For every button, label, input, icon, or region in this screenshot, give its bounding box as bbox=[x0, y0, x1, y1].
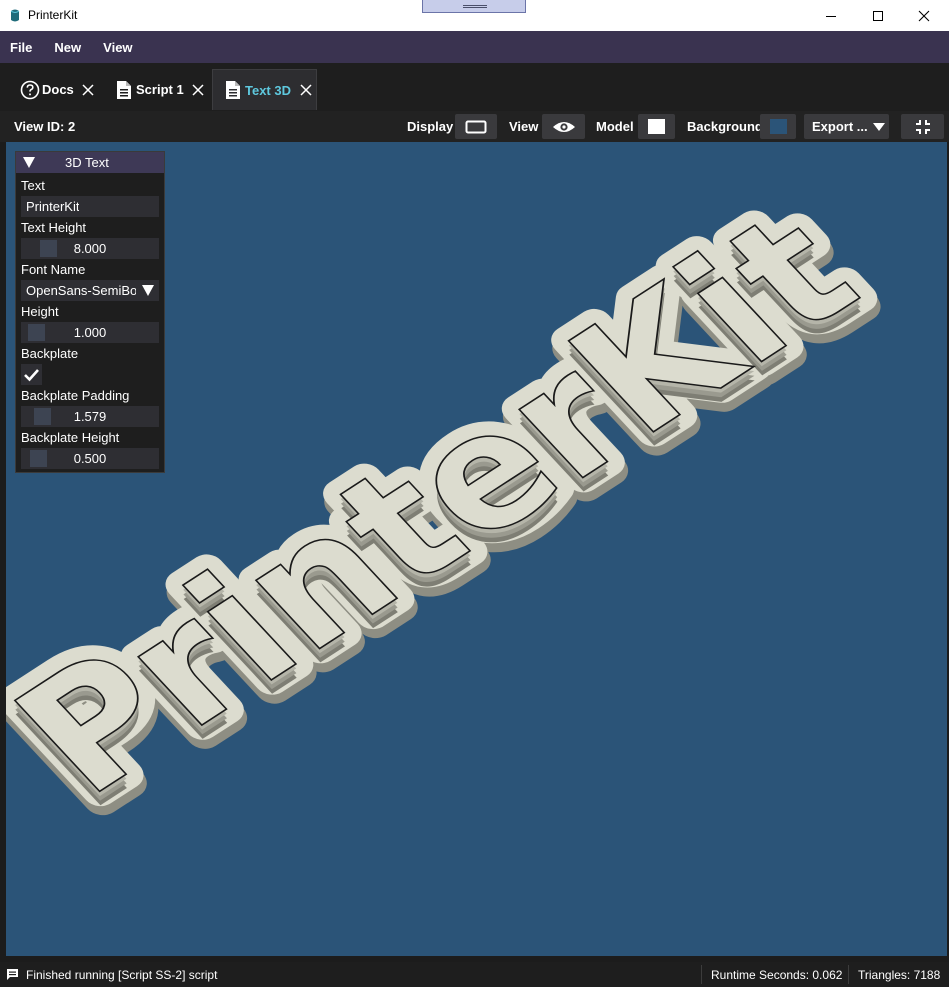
tab-text-3d-label: Text 3D bbox=[245, 82, 291, 98]
collapse-triangle-icon[interactable] bbox=[23, 157, 35, 168]
menu-new[interactable]: New bbox=[44, 40, 91, 55]
close-window-button[interactable] bbox=[901, 0, 947, 31]
export-label: Export ... bbox=[812, 119, 868, 134]
background-color-button[interactable] bbox=[760, 114, 796, 139]
tab-script-1[interactable]: Script 1 bbox=[116, 69, 204, 110]
minimize-button[interactable] bbox=[808, 0, 854, 31]
background-color-swatch bbox=[769, 119, 787, 134]
help-circle-icon bbox=[20, 80, 40, 99]
status-message: Finished running [Script SS-2] script bbox=[26, 968, 218, 982]
panel-header[interactable]: 3D Text bbox=[16, 152, 164, 173]
triangle-count: Triangles: 7188 bbox=[858, 968, 941, 982]
checkmark-icon bbox=[24, 369, 39, 382]
backplate-label: Backplate bbox=[21, 346, 79, 361]
maximize-icon bbox=[873, 10, 883, 21]
maximize-button[interactable] bbox=[855, 0, 901, 31]
display-label: Display bbox=[407, 119, 454, 134]
text-height-label: Text Height bbox=[21, 220, 87, 235]
menu-view[interactable]: View bbox=[93, 40, 142, 55]
backplate-padding-value: 1.579 bbox=[73, 409, 107, 424]
backplate-padding-slider[interactable]: 1.579 bbox=[21, 406, 159, 427]
file-icon bbox=[226, 81, 240, 99]
tab-script-1-label: Script 1 bbox=[136, 82, 184, 97]
dropdown-arrow[interactable] bbox=[138, 280, 159, 301]
background-label: Background bbox=[687, 119, 763, 134]
text-height-slider[interactable]: 8.000 bbox=[21, 238, 159, 259]
model-label: Model bbox=[596, 119, 634, 134]
close-icon[interactable] bbox=[300, 84, 312, 96]
status-bar: Finished running [Script SS-2] script Ru… bbox=[0, 962, 949, 987]
tab-bar: Docs Script 1 Text 3D bbox=[0, 63, 949, 111]
parameters-panel: 3D Text Text PrinterKit Text Height 8.00… bbox=[15, 151, 165, 473]
display-frame-icon bbox=[465, 120, 487, 133]
view-label: View bbox=[509, 119, 539, 134]
text-height-value: 8.000 bbox=[73, 241, 107, 256]
text-input-value: PrinterKit bbox=[26, 199, 80, 214]
menu-file[interactable]: File bbox=[0, 40, 42, 55]
model-color-swatch bbox=[648, 119, 665, 134]
height-value: 1.000 bbox=[73, 325, 107, 340]
tab-docs-label: Docs bbox=[42, 82, 74, 97]
panel-title: 3D Text bbox=[65, 155, 109, 170]
status-divider bbox=[848, 965, 849, 984]
text-input[interactable]: PrinterKit bbox=[21, 196, 159, 217]
status-divider bbox=[701, 965, 702, 984]
backplate-height-label: Backplate Height bbox=[21, 430, 120, 445]
height-slider[interactable]: 1.000 bbox=[21, 322, 159, 343]
caret-down-icon bbox=[142, 285, 154, 296]
file-icon bbox=[117, 80, 131, 99]
view-button[interactable] bbox=[542, 114, 585, 139]
collapse-view-button[interactable] bbox=[901, 114, 944, 139]
window-title: PrinterKit bbox=[28, 8, 78, 22]
height-label: Height bbox=[21, 304, 59, 319]
title-bar: PrinterKit bbox=[0, 0, 949, 31]
collapse-arrows-icon bbox=[915, 119, 930, 134]
minimize-icon bbox=[826, 15, 836, 17]
text-label: Text bbox=[21, 178, 45, 193]
caret-down-icon bbox=[872, 122, 885, 131]
model-color-button[interactable] bbox=[638, 114, 675, 139]
app-window: PrinterKit File New View Docs Script 1 T… bbox=[0, 0, 949, 987]
close-icon bbox=[918, 10, 930, 21]
font-name-value: OpenSans-SemiBold bbox=[26, 283, 136, 298]
backplate-height-slider[interactable]: 0.500 bbox=[21, 448, 159, 469]
eye-icon bbox=[552, 121, 575, 132]
message-icon bbox=[7, 969, 18, 980]
backplate-padding-label: Backplate Padding bbox=[21, 388, 130, 403]
menu-bar: File New View bbox=[0, 31, 949, 63]
export-dropdown[interactable]: Export ... bbox=[804, 114, 889, 139]
runtime-readout: Runtime Seconds: 0.062 bbox=[711, 968, 843, 982]
viewport-toolbar: View ID: 2 Display View Model Background… bbox=[0, 111, 949, 142]
tab-docs[interactable]: Docs bbox=[20, 69, 94, 110]
font-name-label: Font Name bbox=[21, 262, 86, 277]
window-drag-handle[interactable] bbox=[422, 0, 526, 13]
backplate-checkbox[interactable] bbox=[21, 364, 42, 385]
close-icon[interactable] bbox=[192, 83, 204, 96]
backplate-height-value: 0.500 bbox=[73, 451, 107, 466]
view-id-label: View ID: 2 bbox=[14, 119, 76, 134]
tab-text-3d[interactable]: Text 3D bbox=[212, 69, 317, 110]
font-name-select[interactable]: OpenSans-SemiBold bbox=[21, 280, 159, 301]
app-logo-icon bbox=[10, 9, 20, 22]
display-button[interactable] bbox=[455, 114, 497, 139]
close-icon[interactable] bbox=[82, 83, 94, 96]
